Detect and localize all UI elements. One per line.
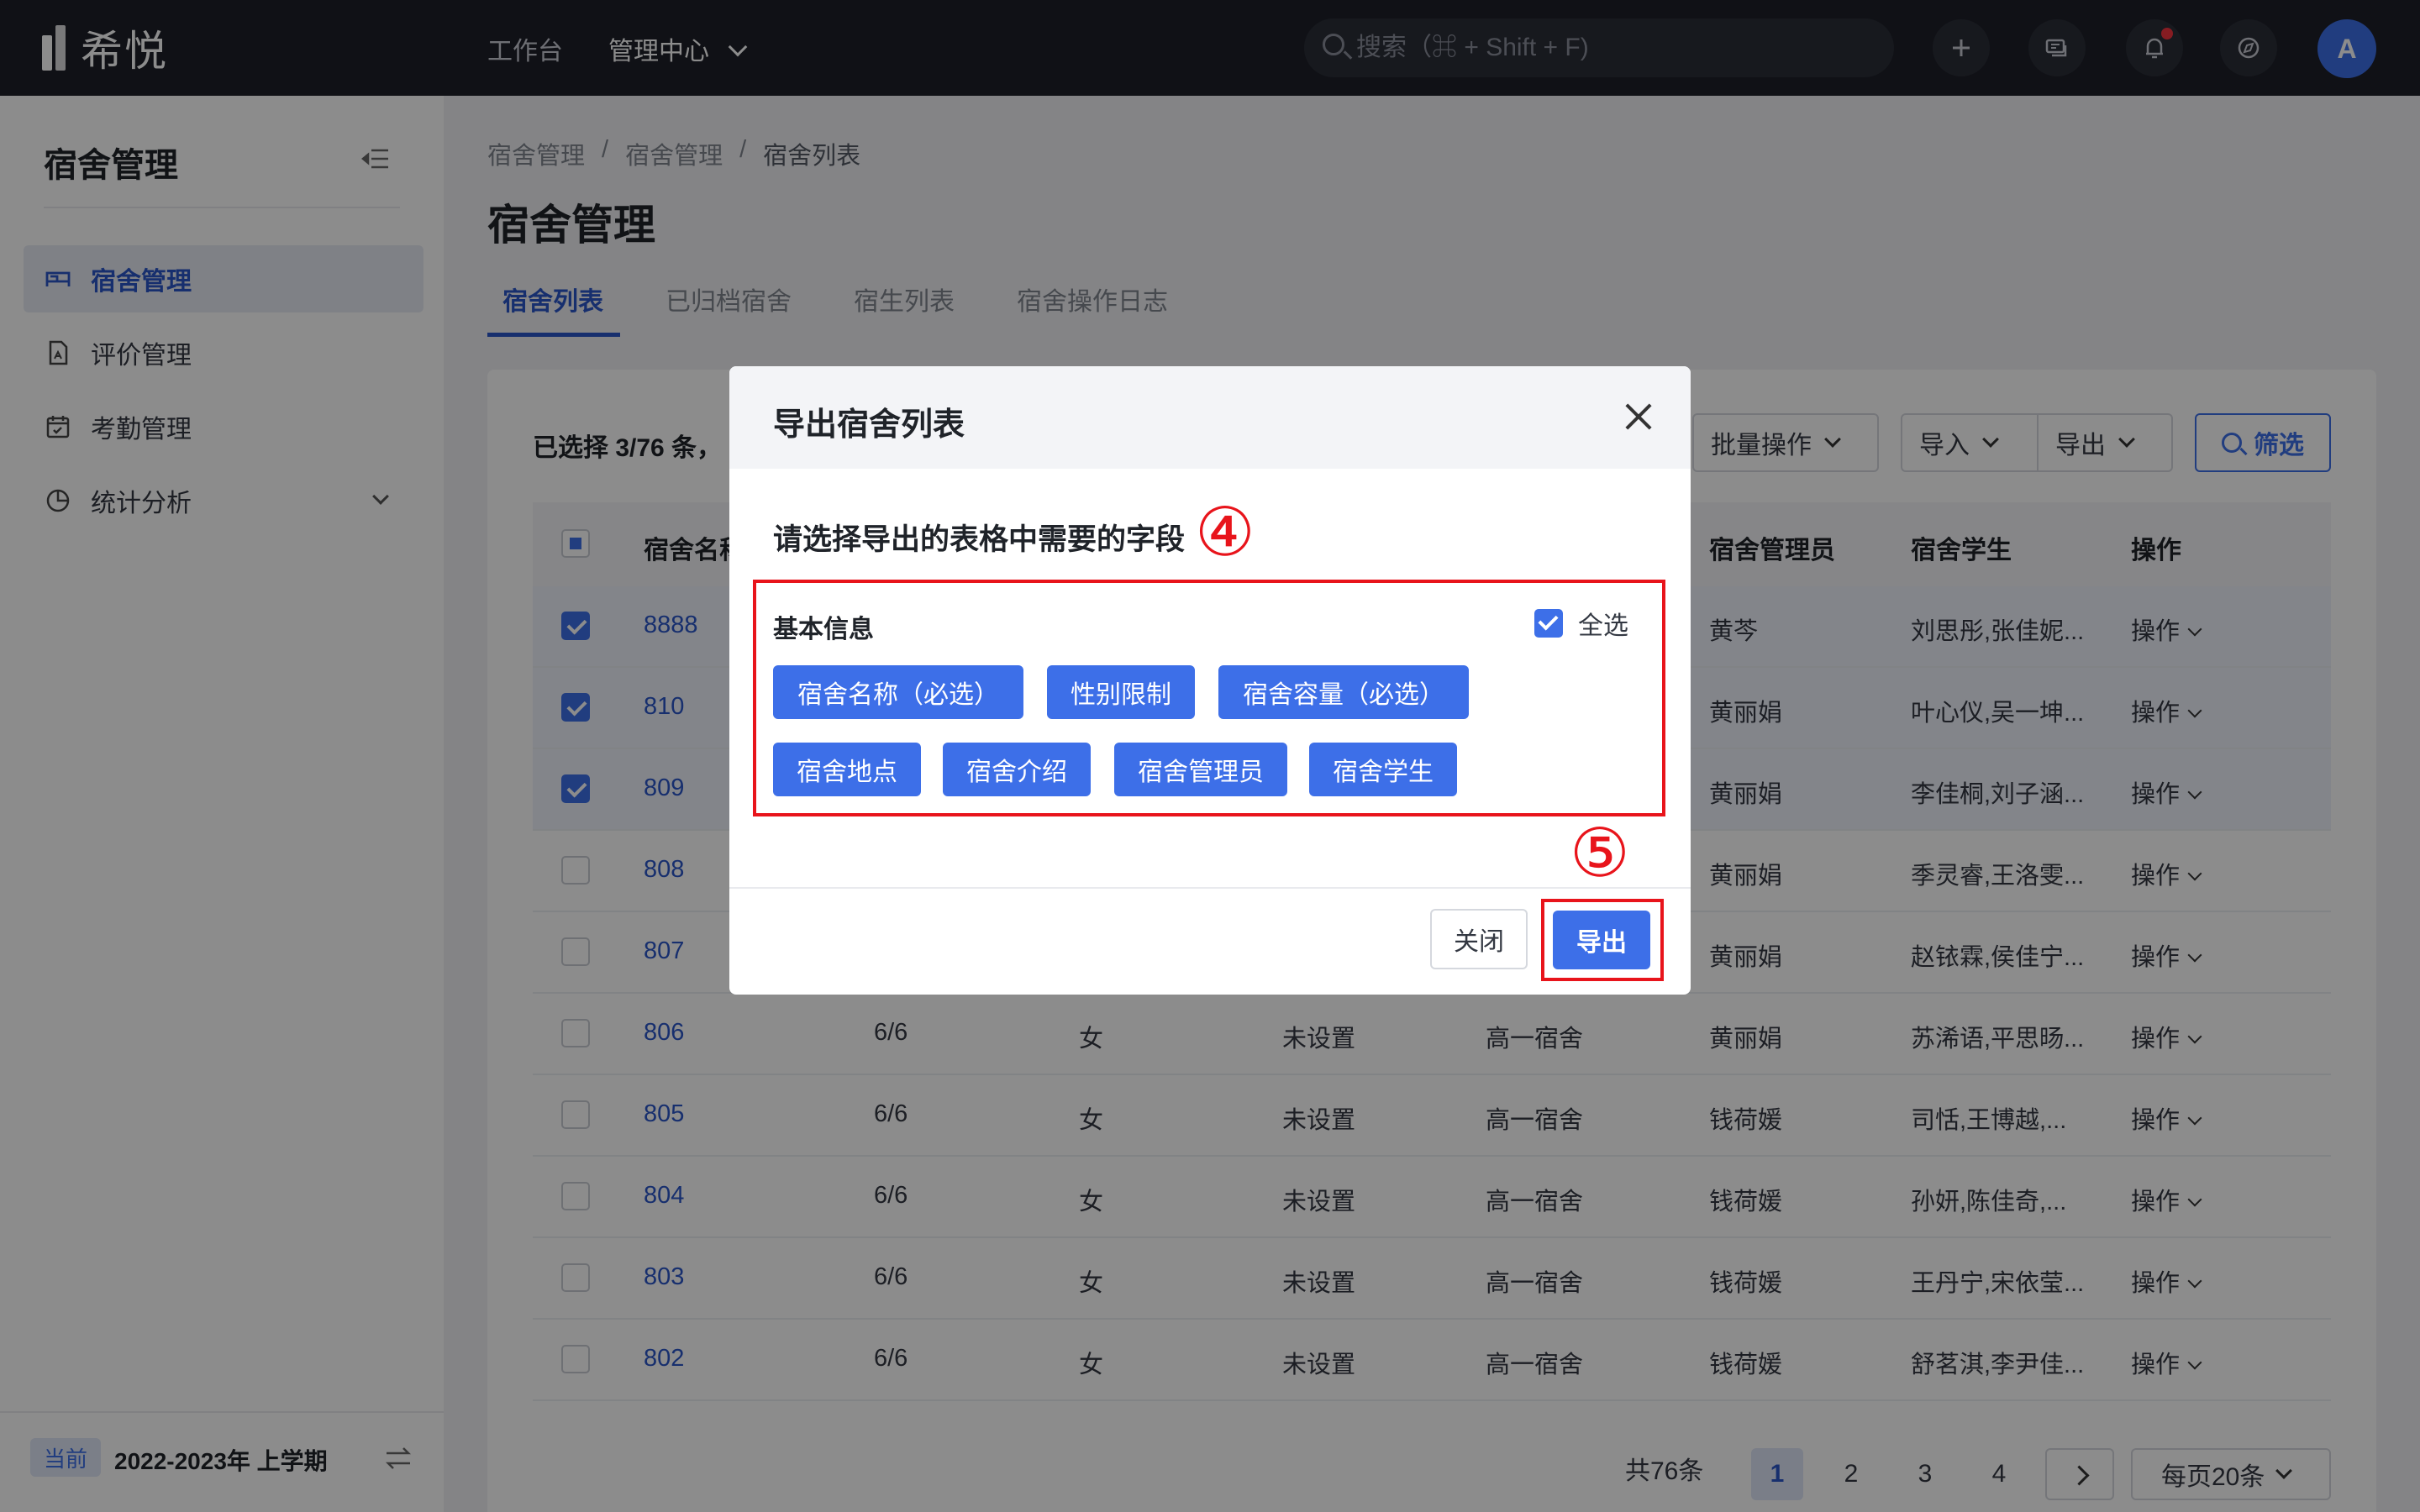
dialog-header: 导出宿舍列表 (729, 366, 1691, 469)
select-all-checkbox[interactable] (1534, 609, 1563, 638)
dialog-title: 导出宿舍列表 (773, 407, 965, 443)
field-gender-limit[interactable]: 性别限制 (1047, 665, 1195, 719)
export-button[interactable]: 导出 (1553, 911, 1650, 969)
step-5-annotation: ⑤ (1570, 816, 1630, 890)
export-dialog: 导出宿舍列表 请选择导出的表格中需要的字段 ④ 基本信息 全选 宿舍名称（必选）… (729, 366, 1691, 995)
close-icon[interactable] (1620, 398, 1657, 435)
field-dorm-name[interactable]: 宿舍名称（必选） (773, 665, 1023, 719)
close-button[interactable]: 关闭 (1430, 909, 1528, 969)
select-all-fields[interactable]: 全选 (1534, 605, 1628, 642)
step-4-annotation: ④ (1195, 495, 1255, 570)
dialog-subtitle: 请选择导出的表格中需要的字段 (773, 523, 1186, 556)
field-dorm-intro[interactable]: 宿舍介绍 (943, 743, 1091, 796)
field-dorm-students[interactable]: 宿舍学生 (1309, 743, 1457, 796)
field-dorm-manager[interactable]: 宿舍管理员 (1114, 743, 1287, 796)
select-all-label: 全选 (1578, 612, 1628, 640)
dialog-footer-divider (729, 887, 1691, 889)
field-dorm-capacity[interactable]: 宿舍容量（必选） (1218, 665, 1469, 719)
field-dorm-location[interactable]: 宿舍地点 (773, 743, 921, 796)
field-group-title: 基本信息 (773, 616, 874, 643)
